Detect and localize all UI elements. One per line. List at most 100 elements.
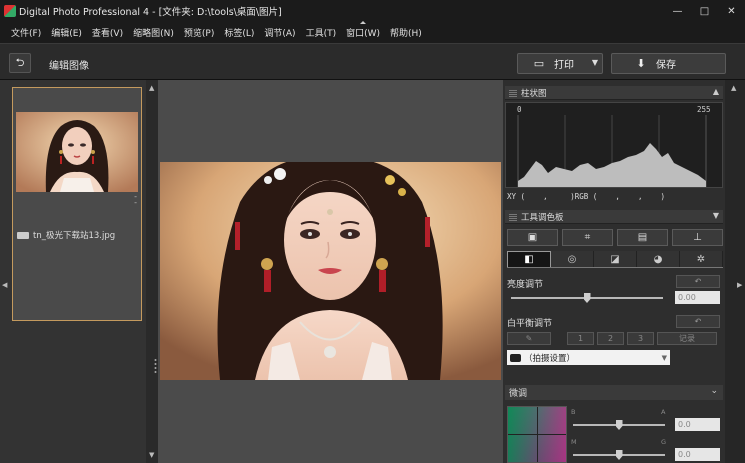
close-button[interactable]: ✕	[718, 0, 745, 22]
fine-tune-slider-2-thumb[interactable]	[615, 450, 623, 460]
right-pane: 柱状图 ▲ 0 255 XY ( , )RGB ( , , ) 工具调色板 ▼ …	[503, 80, 745, 463]
file-type-icon	[17, 231, 29, 239]
tab-lens[interactable]: ◎	[551, 251, 594, 267]
crop-preset-icon: ▣	[527, 232, 538, 243]
tab-settings[interactable]: ✲	[680, 251, 723, 267]
fine-tune-slider-2[interactable]	[573, 450, 665, 460]
tab-color[interactable]: ◕	[637, 251, 680, 267]
histogram-min-label: 0	[517, 105, 522, 114]
wb-preset-2-button[interactable]: 2	[597, 332, 624, 345]
white-balance-select[interactable]: （拍摄设置） ▼	[507, 350, 670, 365]
crop-preset-button[interactable]: ▣	[507, 229, 558, 246]
white-balance-selected: （拍摄设置）	[524, 353, 576, 364]
window-title: Digital Photo Professional 4 - [文件夹: D:\…	[19, 7, 282, 18]
menu-edit[interactable]: 编辑(E)	[46, 26, 87, 39]
eyedropper-button[interactable]: ✎	[507, 332, 551, 345]
back-button[interactable]: ⮌	[9, 53, 31, 73]
print-dropdown-icon[interactable]: ▼	[592, 58, 598, 67]
window-controls: — □ ✕	[664, 0, 745, 22]
stamp-icon: ⊥	[693, 232, 702, 243]
scroll-up-icon[interactable]: ▲	[731, 84, 736, 92]
histogram-curve	[517, 115, 707, 187]
save-button[interactable]: ⬇ 保存	[611, 53, 726, 74]
thumbnail-scrollbar[interactable]: ▲ ▼	[146, 80, 158, 463]
menu-preview[interactable]: 预览(P)	[179, 26, 219, 39]
menu-view[interactable]: 查看(V)	[87, 26, 128, 39]
edit-image-title: 编辑图像	[49, 61, 89, 72]
save-icon: ⬇	[636, 57, 646, 70]
maximize-button[interactable]: □	[691, 0, 718, 22]
tool-palette-header[interactable]: 工具调色板 ▼	[505, 210, 723, 224]
camera-icon	[510, 353, 521, 362]
wb-preset-1-button[interactable]: 1	[567, 332, 594, 345]
image-viewer[interactable]	[158, 80, 503, 463]
menu-help[interactable]: 帮助(H)	[385, 26, 427, 39]
tool-palette-dropdown-icon[interactable]: ▼	[713, 211, 719, 220]
histogram-max-label: 255	[697, 105, 711, 114]
main-image	[160, 162, 501, 380]
main-portrait	[160, 162, 501, 380]
collapse-left-icon[interactable]: ◀	[2, 281, 7, 289]
print-label: 打印	[554, 60, 574, 71]
toolbar: ⮌ 编辑图像 ▭ 打印 ▼ ⬇ 保存	[0, 43, 745, 80]
histogram-title: 柱状图	[521, 88, 547, 99]
tool-buttons-row: ▣ ⌗ ▤ ⊥	[507, 229, 723, 246]
expand-right-icon[interactable]: ▶	[737, 281, 742, 289]
pane-splitter-handle[interactable]	[154, 358, 157, 376]
thumbnail-item[interactable]: - - tn_极光下载站13.jpg	[12, 87, 142, 321]
fine-tune-value-1[interactable]: 0.0	[675, 418, 720, 431]
menu-bar: 文件(F) 编辑(E) 查看(V) 缩略图(N) 预览(P) 标签(L) 调节(…	[0, 21, 745, 43]
reset-icon: ↶	[694, 317, 702, 326]
menu-thumbnail[interactable]: 缩略图(N)	[128, 26, 179, 39]
menu-file[interactable]: 文件(F)	[6, 26, 46, 39]
panel-grip-icon	[509, 89, 517, 97]
white-balance-reset-button[interactable]: ↶	[676, 315, 720, 328]
fine-tune-label: 微调	[509, 389, 528, 399]
fine-tune-axis-left-2: M	[571, 438, 577, 446]
crop-button[interactable]: ⌗	[562, 229, 613, 246]
basic-adjust-icon: ◧	[524, 254, 534, 265]
crop-icon: ⌗	[584, 232, 591, 243]
menu-adjust[interactable]: 调节(A)	[259, 26, 300, 39]
white-balance-buttons: ✎ 1 2 3 记录	[507, 332, 723, 345]
histogram-collapse-icon[interactable]: ▲	[713, 87, 719, 96]
brightness-value-field[interactable]: 0.00	[675, 291, 720, 304]
double-chevron-down-icon[interactable]: ⌄	[710, 386, 718, 396]
print-button[interactable]: ▭ 打印 ▼	[517, 53, 603, 74]
menu-window[interactable]: 窗口(W)	[341, 21, 385, 39]
reset-icon: ↶	[694, 277, 702, 286]
scroll-down-icon[interactable]: ▼	[149, 451, 154, 459]
tab-tone-curve[interactable]: ◪	[594, 251, 637, 267]
stamp-button[interactable]: ⊥	[672, 229, 723, 246]
brightness-slider-thumb[interactable]	[583, 293, 591, 303]
menu-label[interactable]: 标签(L)	[219, 26, 259, 39]
fine-tune-value-2[interactable]: 0.0	[675, 448, 720, 461]
histogram-header[interactable]: 柱状图 ▲	[505, 86, 723, 100]
picture-style-icon: ▤	[637, 232, 648, 243]
fine-tune-slider-1-thumb[interactable]	[615, 420, 623, 430]
eyedropper-icon: ✎	[525, 334, 533, 343]
grip-dots-icon	[154, 359, 157, 373]
fine-tune-slider-1[interactable]	[573, 420, 665, 430]
thumbnail-image	[16, 112, 138, 192]
fine-tune-axis-right-2: G	[661, 438, 667, 446]
lens-icon: ◎	[567, 253, 577, 265]
right-pane-scrollbar[interactable]: ▲ ▶	[725, 80, 745, 463]
scroll-up-icon[interactable]: ▲	[149, 84, 154, 92]
brightness-slider[interactable]	[511, 293, 663, 303]
thumbnail-rating: - -	[134, 192, 137, 207]
wb-register-button[interactable]: 记录	[657, 332, 717, 345]
save-label: 保存	[656, 60, 676, 71]
tab-basic-adjust[interactable]: ◧	[507, 251, 551, 267]
printer-icon: ▭	[533, 57, 545, 70]
brightness-reset-button[interactable]: ↶	[676, 275, 720, 288]
tone-curve-icon: ◪	[610, 253, 620, 265]
wb-preset-3-button[interactable]: 3	[627, 332, 654, 345]
minimize-button[interactable]: —	[664, 0, 691, 22]
color-adjust-grid[interactable]	[507, 406, 567, 463]
white-balance-label: 白平衡调节	[507, 319, 553, 329]
fine-tune-header[interactable]: 微调 ⌄	[505, 385, 723, 400]
fine-tune-axis-left: B	[571, 408, 576, 416]
menu-tools[interactable]: 工具(T)	[301, 26, 342, 39]
picture-style-button[interactable]: ▤	[617, 229, 668, 246]
